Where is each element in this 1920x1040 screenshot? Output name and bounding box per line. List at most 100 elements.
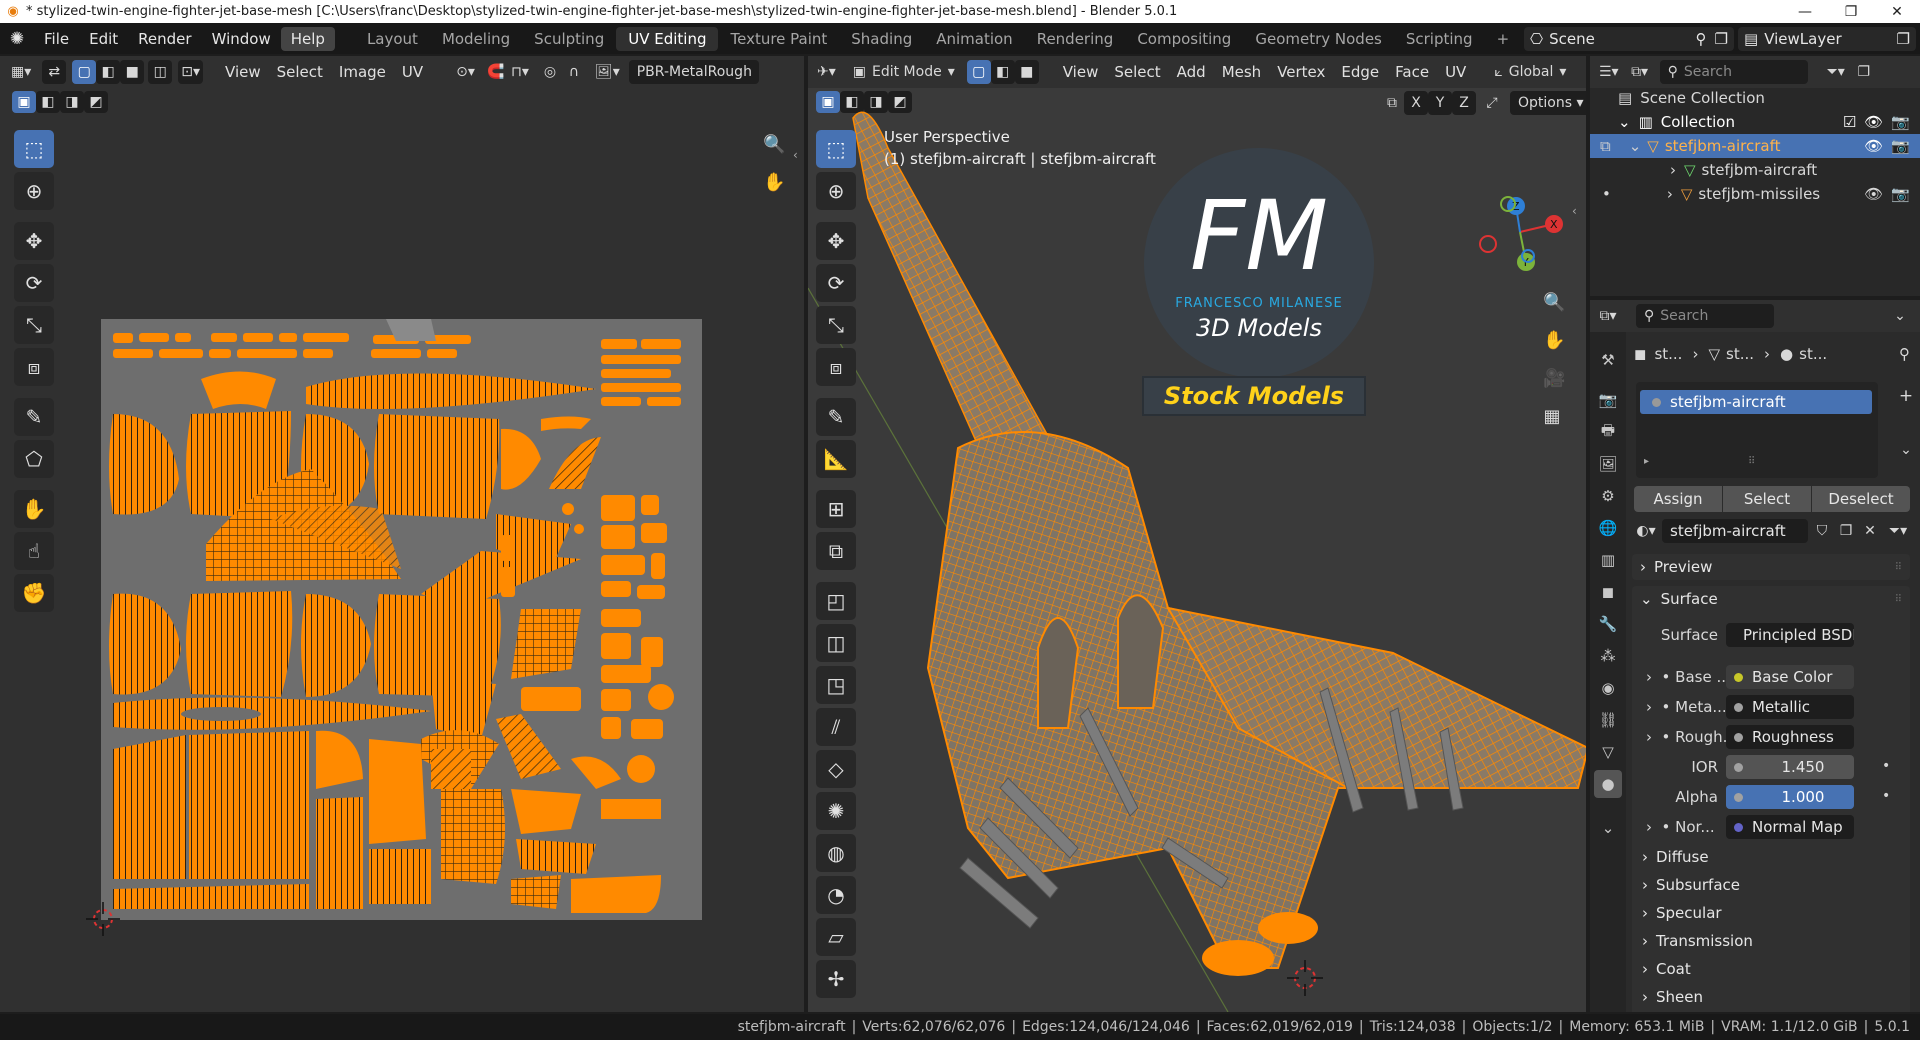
- add-workspace-button[interactable]: +: [1485, 27, 1522, 51]
- cursor-icon[interactable]: ⊕: [14, 172, 54, 210]
- falloff-icon[interactable]: ∩: [562, 60, 586, 84]
- new-collection-icon[interactable]: ❐: [1852, 60, 1876, 84]
- eye-icon[interactable]: 👁: [1864, 185, 1883, 203]
- extrude-icon[interactable]: ⧉: [816, 532, 856, 570]
- edge-mode-icon[interactable]: ◧: [990, 60, 1015, 84]
- render-tab-icon[interactable]: 📷: [1594, 386, 1622, 414]
- subpanel-subsurface[interactable]: › Subsurface: [1642, 872, 1910, 898]
- viewport-menu-select[interactable]: Select: [1106, 63, 1168, 81]
- particles-tab-icon[interactable]: ⁂: [1594, 642, 1622, 670]
- rotate-icon[interactable]: ⟳: [14, 264, 54, 302]
- material-tab-icon[interactable]: ●: [1594, 770, 1622, 798]
- roughness-field[interactable]: Roughness: [1726, 725, 1854, 749]
- tree-row-aircraft-mesh[interactable]: › ▽ stefjbm-aircraft: [1590, 158, 1920, 182]
- sticky-select-icon[interactable]: ⊡▾: [178, 60, 204, 84]
- ortho-toggle-icon[interactable]: ▦: [1540, 404, 1564, 428]
- viewport-menu-edge[interactable]: Edge: [1333, 63, 1387, 81]
- chevron-down-icon[interactable]: ⌄: [1888, 304, 1912, 328]
- duplicate-material-icon[interactable]: ❐: [1834, 519, 1858, 543]
- viewport-menu-mesh[interactable]: Mesh: [1214, 63, 1270, 81]
- scene-selector[interactable]: ⎔ Scene ⚲ ❐: [1524, 27, 1734, 51]
- orientation-selector[interactable]: ⟀ Global ▾: [1488, 60, 1572, 84]
- viewport-editor-type-icon[interactable]: ✈▾: [814, 60, 839, 84]
- tab-uv-editing[interactable]: UV Editing: [616, 26, 719, 51]
- navigation-gizmo[interactable]: X Y Z: [1478, 188, 1568, 278]
- face-select-icon[interactable]: ■: [120, 60, 145, 84]
- outliner-editor-type-icon[interactable]: ☰▾: [1596, 60, 1622, 84]
- chevron-right-icon[interactable]: ›: [1670, 161, 1676, 179]
- expand-icon[interactable]: ▸: [1644, 456, 1649, 467]
- move-icon[interactable]: ✥: [816, 222, 856, 260]
- view-layer-tab-icon[interactable]: 🖼: [1594, 450, 1622, 478]
- cursor-icon[interactable]: ⊕: [816, 172, 856, 210]
- material-slot-item[interactable]: stefjbm-aircraft: [1640, 390, 1872, 414]
- sidebar-toggle-icon[interactable]: ‹: [1572, 204, 1577, 218]
- surface-shader-field[interactable]: Principled BSDF: [1726, 623, 1854, 647]
- uv-menu-select[interactable]: Select: [269, 63, 331, 81]
- constraints-tab-icon[interactable]: ⛓: [1594, 706, 1622, 734]
- menu-render[interactable]: Render: [128, 27, 201, 51]
- annotate-icon[interactable]: ✎: [816, 398, 856, 436]
- bevel-icon[interactable]: ◫: [816, 624, 856, 662]
- menu-file[interactable]: File: [34, 27, 79, 51]
- move-icon[interactable]: ✥: [14, 222, 54, 260]
- menu-help[interactable]: Help: [280, 26, 335, 51]
- base-color-field[interactable]: Base Color: [1726, 665, 1854, 689]
- scene-tab-icon[interactable]: ⚙: [1594, 482, 1622, 510]
- tab-modeling[interactable]: Modeling: [430, 27, 522, 51]
- tree-row-scene-collection[interactable]: ▤ Scene Collection: [1590, 86, 1920, 110]
- input-base-color-label[interactable]: › • Base ...: [1646, 668, 1731, 686]
- select-box-icon[interactable]: ⬚: [816, 130, 856, 168]
- viewport-menu-view[interactable]: View: [1055, 63, 1107, 81]
- select-new-icon[interactable]: ▣: [12, 91, 36, 113]
- relax-icon[interactable]: ☝: [14, 532, 54, 570]
- slot-menu-icon[interactable]: ⌄: [1894, 438, 1918, 462]
- camera-icon[interactable]: 📷: [1891, 185, 1910, 203]
- input-roughness-label[interactable]: › • Rough...: [1646, 728, 1737, 746]
- pan-icon[interactable]: ✋: [1540, 328, 1568, 352]
- tab-compositing[interactable]: Compositing: [1125, 27, 1243, 51]
- image-selector[interactable]: PBR-MetalRough: [628, 60, 759, 84]
- view-layer-selector[interactable]: ▤ ViewLayer ❐: [1738, 27, 1916, 51]
- select-extend-icon[interactable]: ◧: [36, 91, 60, 113]
- keyframe-dot-icon[interactable]: •: [1882, 788, 1890, 804]
- input-normal-label[interactable]: › • Nor...: [1646, 818, 1726, 836]
- grab-icon[interactable]: ✋: [14, 490, 54, 528]
- select-button[interactable]: Select: [1723, 486, 1811, 512]
- transform-icon[interactable]: ⧈: [14, 348, 54, 386]
- pin-icon[interactable]: ⚲: [1696, 30, 1707, 48]
- display-mode-icon[interactable]: ⧉▾: [1628, 60, 1652, 84]
- subpanel-transmission[interactable]: › Transmission: [1642, 928, 1910, 954]
- physics-tab-icon[interactable]: ◉: [1594, 674, 1622, 702]
- loop-cut-icon[interactable]: ◳: [816, 666, 856, 704]
- viewport-menu-vertex[interactable]: Vertex: [1269, 63, 1333, 81]
- zoom-icon[interactable]: 🔍: [760, 132, 788, 156]
- shear-icon[interactable]: ▱: [816, 918, 856, 956]
- material-filter-icon[interactable]: ⏷▾: [1886, 519, 1910, 543]
- panel-surface[interactable]: ⌄ Surface ⠿: [1632, 586, 1910, 612]
- sidebar-toggle-icon[interactable]: ‹: [793, 148, 798, 162]
- inset-icon[interactable]: ◰: [816, 582, 856, 620]
- snap-target-icon[interactable]: ⊓▾: [508, 60, 532, 84]
- proportional-edit-icon[interactable]: ◎: [538, 60, 562, 84]
- snap-icon[interactable]: 🧲: [484, 60, 508, 84]
- mode-selector[interactable]: ▣ Edit Mode ▾: [847, 60, 961, 84]
- tab-shading[interactable]: Shading: [839, 27, 924, 51]
- smooth-icon[interactable]: ◍: [816, 834, 856, 872]
- deselect-button[interactable]: Deselect: [1812, 486, 1910, 512]
- scale-icon[interactable]: ⤡: [816, 306, 856, 344]
- chevron-right-icon[interactable]: ›: [1667, 185, 1673, 203]
- menu-window[interactable]: Window: [202, 27, 281, 51]
- metallic-field[interactable]: Metallic: [1726, 695, 1854, 719]
- image-icon[interactable]: 🖼▾: [592, 60, 623, 84]
- eye-icon[interactable]: 👁: [1864, 113, 1883, 131]
- tab-texture-paint[interactable]: Texture Paint: [718, 27, 839, 51]
- face-mode-icon[interactable]: ■: [1014, 60, 1039, 84]
- tab-layout[interactable]: Layout: [355, 27, 430, 51]
- eye-icon[interactable]: 👁: [1864, 137, 1883, 155]
- properties-search-input[interactable]: ⚲ Search: [1636, 304, 1774, 328]
- properties-editor-type-icon[interactable]: ⧉▾: [1596, 304, 1620, 328]
- tab-rendering[interactable]: Rendering: [1025, 27, 1126, 51]
- alpha-field[interactable]: 1.000: [1726, 785, 1854, 809]
- uv-image-canvas[interactable]: [101, 319, 702, 920]
